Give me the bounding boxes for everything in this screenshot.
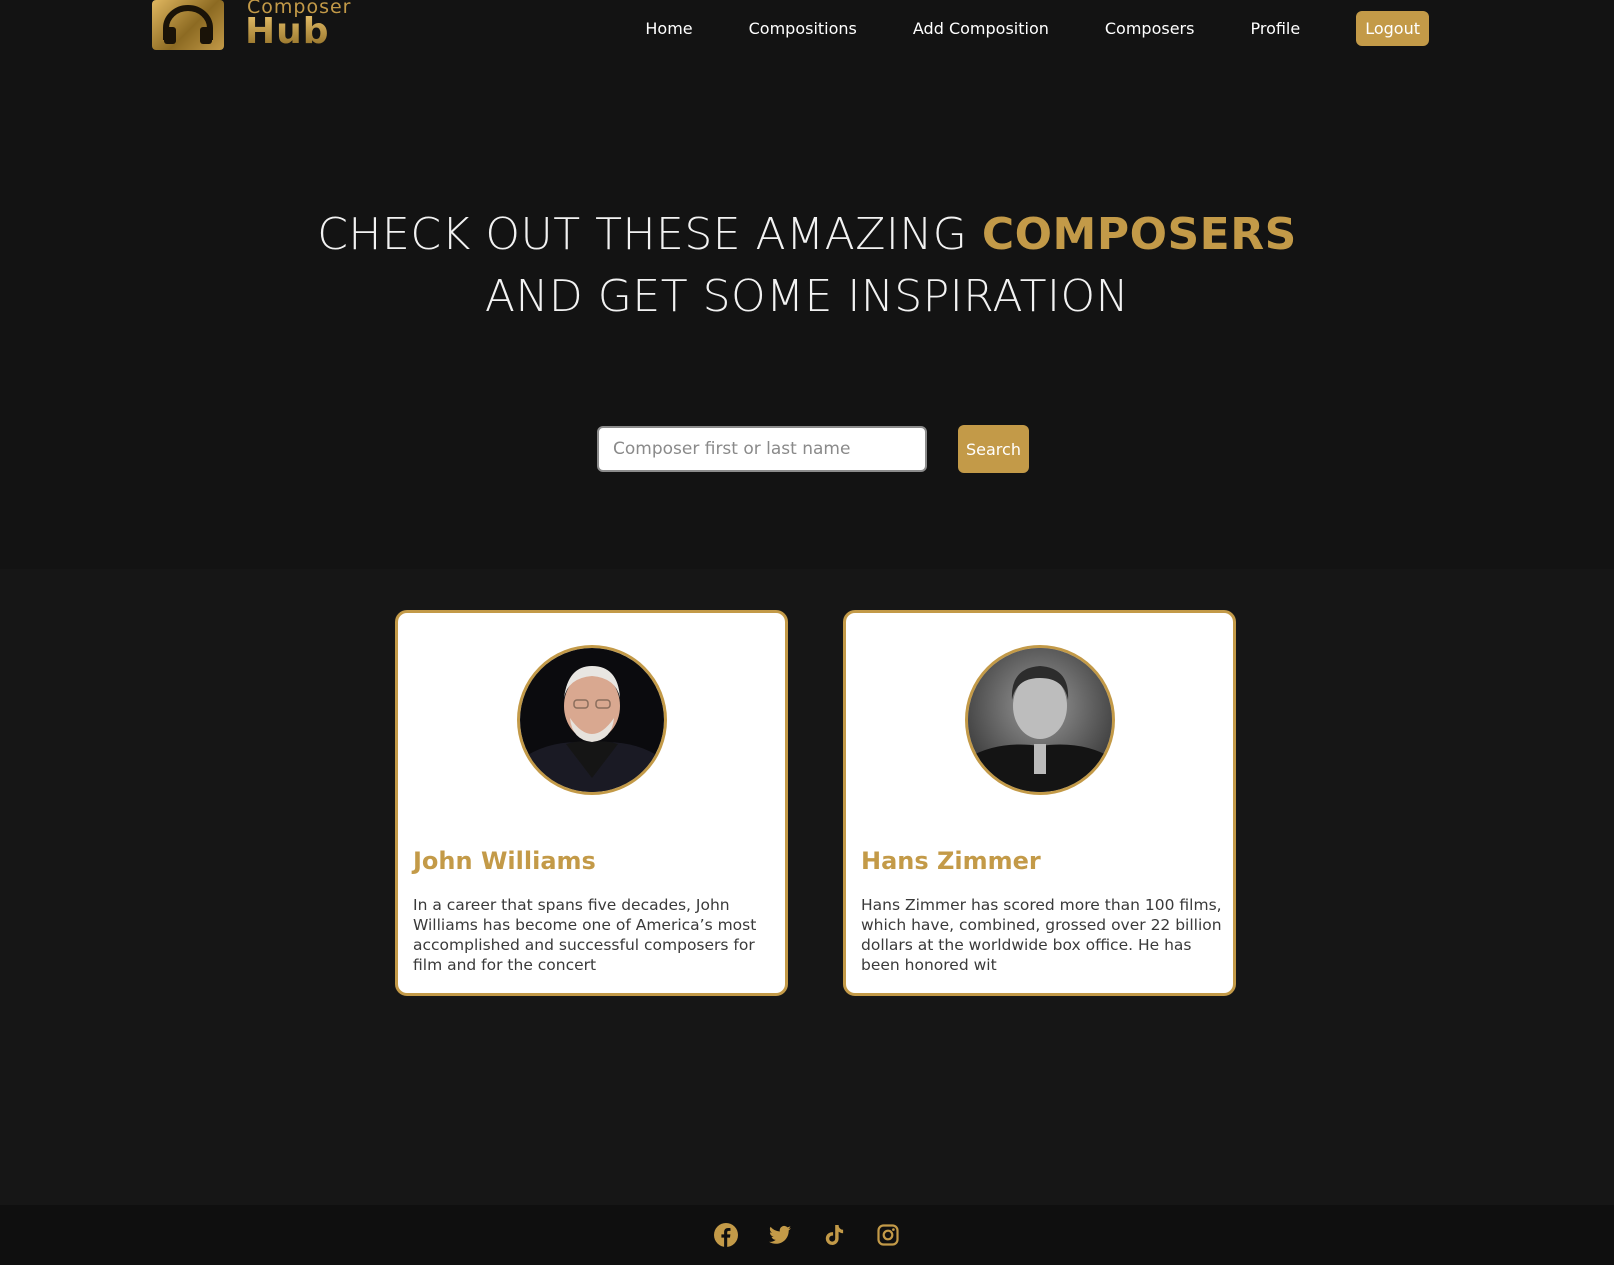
headphones-icon bbox=[152, 0, 224, 50]
nav-home[interactable]: Home bbox=[645, 19, 692, 38]
navbar: Composer Hub Home Compositions Add Compo… bbox=[0, 0, 1614, 56]
composers-list: John Williams In a career that spans fiv… bbox=[0, 569, 1614, 1205]
nav-profile[interactable]: Profile bbox=[1250, 19, 1300, 38]
composer-avatar bbox=[516, 645, 667, 795]
twitter-icon[interactable] bbox=[768, 1223, 792, 1247]
brand-logo[interactable]: Composer Hub bbox=[152, 0, 372, 52]
nav-compositions[interactable]: Compositions bbox=[749, 19, 857, 38]
search-input[interactable] bbox=[597, 426, 927, 472]
composer-description: In a career that spans five decades, Joh… bbox=[413, 896, 757, 974]
hero-title: CHECK OUT THESE AMAZING COMPOSERS AND GE… bbox=[0, 204, 1614, 328]
facebook-icon[interactable] bbox=[714, 1223, 738, 1247]
instagram-icon[interactable] bbox=[876, 1223, 900, 1247]
nav-composers[interactable]: Composers bbox=[1105, 19, 1195, 38]
hero-title-part1: CHECK OUT THESE AMAZING bbox=[317, 209, 982, 260]
logout-button[interactable]: Logout bbox=[1356, 10, 1429, 46]
nav-links: Home Compositions Add Composition Compos… bbox=[589, 10, 1429, 46]
hero-section: CHECK OUT THESE AMAZING COMPOSERS AND GE… bbox=[0, 56, 1614, 569]
hero-title-highlight: COMPOSERS bbox=[981, 209, 1297, 260]
social-links bbox=[0, 1223, 1614, 1247]
composer-name: John Williams bbox=[413, 847, 596, 875]
search-button[interactable]: Search bbox=[958, 425, 1029, 473]
composer-card[interactable]: Hans Zimmer Hans Zimmer has scored more … bbox=[843, 610, 1236, 996]
composer-description: Hans Zimmer has scored more than 100 fil… bbox=[861, 896, 1222, 974]
search-form: Search bbox=[597, 425, 1029, 473]
hero-title-part2: AND GET SOME INSPIRATION bbox=[484, 271, 1130, 322]
composer-card[interactable]: John Williams In a career that spans fiv… bbox=[395, 610, 788, 996]
nav-add-composition[interactable]: Add Composition bbox=[913, 19, 1049, 38]
footer bbox=[0, 1205, 1614, 1265]
composer-name: Hans Zimmer bbox=[861, 847, 1041, 875]
brand-name-main: Hub bbox=[245, 11, 330, 52]
composer-avatar bbox=[964, 645, 1115, 795]
tiktok-icon[interactable] bbox=[822, 1223, 846, 1247]
